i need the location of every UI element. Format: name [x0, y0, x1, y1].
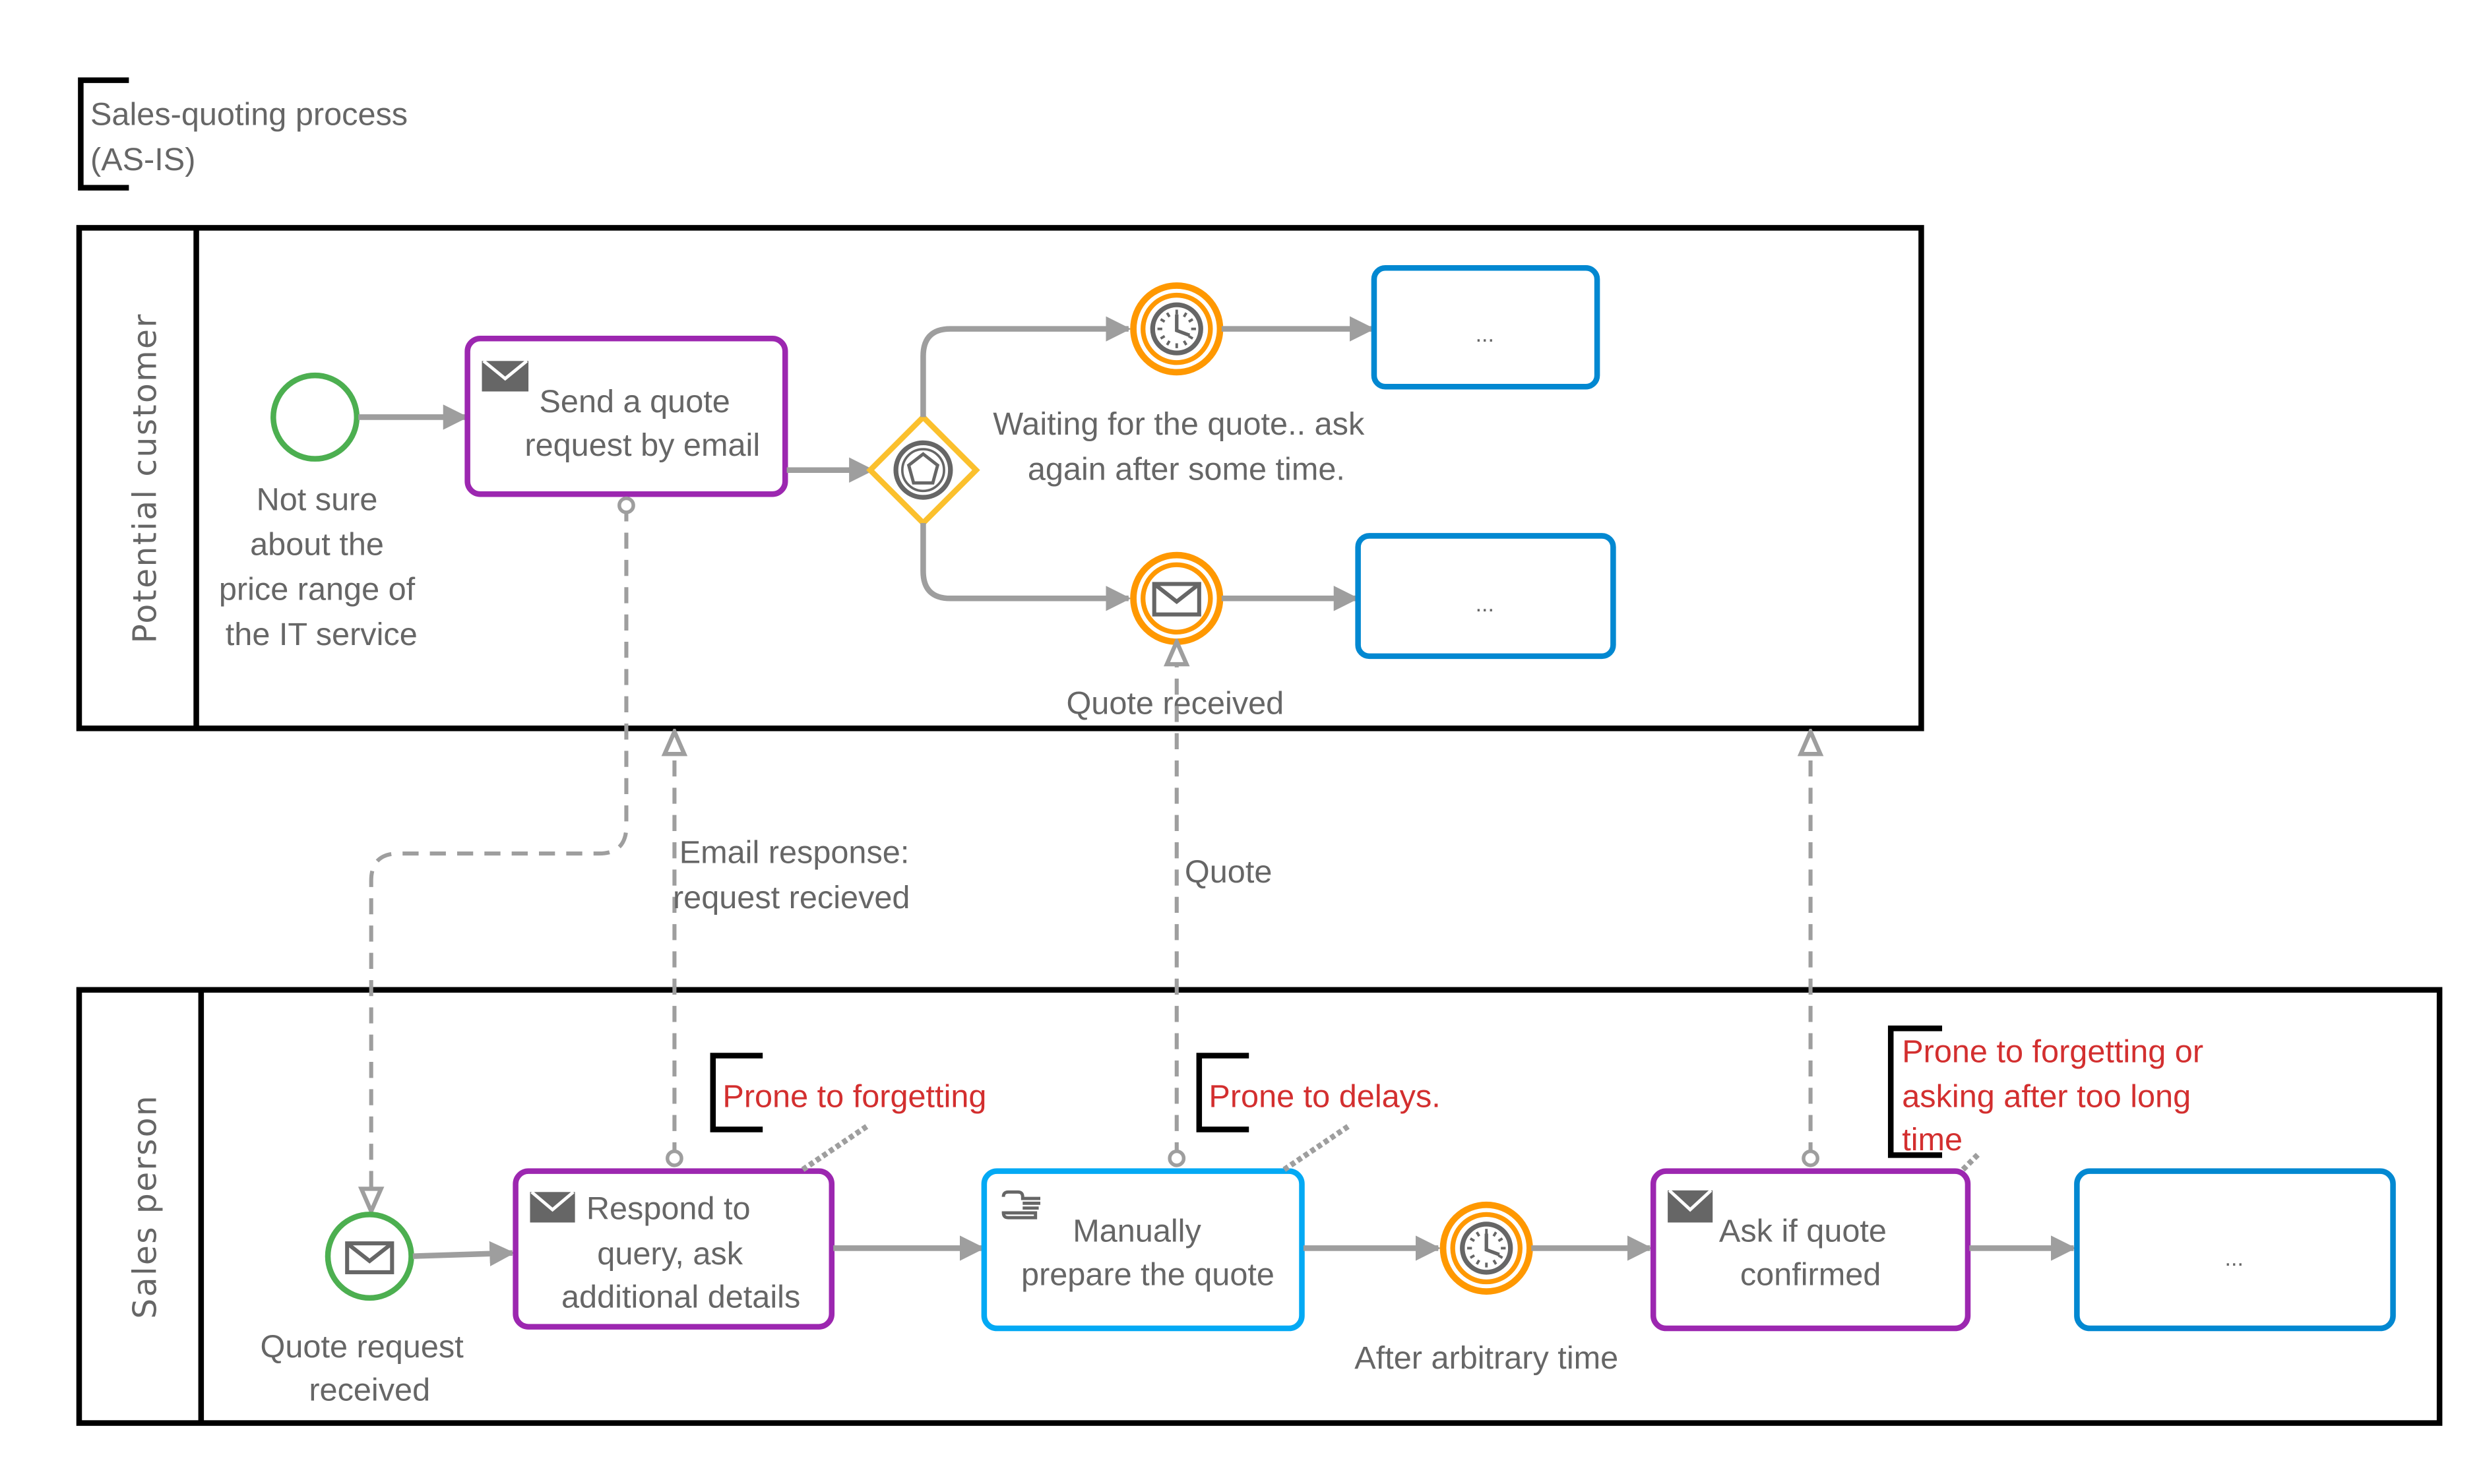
message-flow-quote-label: Quote [1185, 854, 1272, 890]
envelope-filled-icon [1668, 1189, 1713, 1223]
annotation-prone-to-forgetting[interactable]: Prone to forgetting [710, 1053, 987, 1172]
association-line [801, 1124, 869, 1172]
respond-to-query-task[interactable]: Respond to query, ask additional details [513, 1168, 835, 1330]
sequence-flow[interactable] [920, 316, 1131, 417]
bpmn-diagram: Sales-quoting process (AS-IS) Potential … [76, 77, 2443, 1426]
ask-if-quote-confirmed-task[interactable]: Ask if quote confirmed [1650, 1168, 1971, 1332]
annotation-text: Prone to forgetting [722, 1078, 986, 1114]
customer-task-top[interactable]: ... [1371, 264, 1600, 390]
association-line [1282, 1124, 1350, 1172]
envelope-icon [345, 1241, 394, 1274]
customer-start-event[interactable] [270, 372, 360, 462]
annotation-prone-to-delays[interactable]: Prone to delays. [1196, 1053, 1441, 1172]
clock-icon [1460, 1221, 1513, 1275]
task-box[interactable] [981, 1168, 1305, 1332]
envelope-filled-icon [530, 1190, 575, 1223]
after-arbitrary-time-event[interactable] [1439, 1201, 1533, 1295]
quote-received-event[interactable] [1130, 551, 1224, 645]
association-line [1961, 1151, 1981, 1172]
sales-task-end[interactable]: ... [2074, 1168, 2396, 1332]
start-event-circle[interactable] [270, 372, 360, 462]
annotation-prone-to-forgetting-or-asking[interactable]: Prone to forgetting or asking after too … [1887, 1025, 2212, 1172]
envelope-icon [1152, 582, 1201, 617]
envelope-filled-icon [482, 359, 529, 392]
annotation-text: Prone to forgetting or asking after too … [1902, 1034, 2212, 1158]
customer-timer-event[interactable] [1130, 282, 1224, 376]
clock-icon [1150, 302, 1203, 356]
task-label: ... [1476, 592, 1494, 617]
manually-prepare-quote-task[interactable]: Manually prepare the quote [981, 1168, 1305, 1332]
lane-potential-customer: Potential customer [76, 225, 1924, 731]
lane-border [76, 225, 1924, 731]
customer-task-bottom[interactable]: ... [1355, 533, 1616, 660]
task-label: ... [2225, 1246, 2244, 1271]
gateway-label: Waiting for the quote.. ask again after … [993, 406, 1373, 487]
after-arbitrary-time-label: After arbitrary time [1354, 1340, 1618, 1376]
message-flow-request[interactable] [371, 505, 627, 1211]
customer-start-event-label: Not sure about the price range of the IT… [219, 482, 424, 652]
lane-label: Potential customer [127, 313, 164, 643]
sequence-flow[interactable] [920, 522, 1131, 611]
sequence-flow[interactable] [412, 1241, 515, 1266]
quote-request-received-label: Quote request received [261, 1329, 473, 1408]
send-quote-request-task[interactable]: Send a quote request by email [464, 335, 788, 497]
lane-label: Sales person [127, 1094, 164, 1319]
annotation-text: Prone to delays. [1209, 1078, 1440, 1114]
title-line-1: Sales-quoting process [90, 97, 408, 133]
message-flow-email-response-label: Email response: request recieved [673, 835, 918, 915]
quote-request-received-event[interactable] [325, 1212, 414, 1301]
task-label: ... [1476, 322, 1494, 347]
title-annotation: Sales-quoting process (AS-IS) [78, 77, 408, 191]
title-line-2: (AS-IS) [90, 142, 195, 177]
gateway-diamond[interactable] [866, 413, 980, 527]
event-based-gateway[interactable] [866, 413, 980, 527]
